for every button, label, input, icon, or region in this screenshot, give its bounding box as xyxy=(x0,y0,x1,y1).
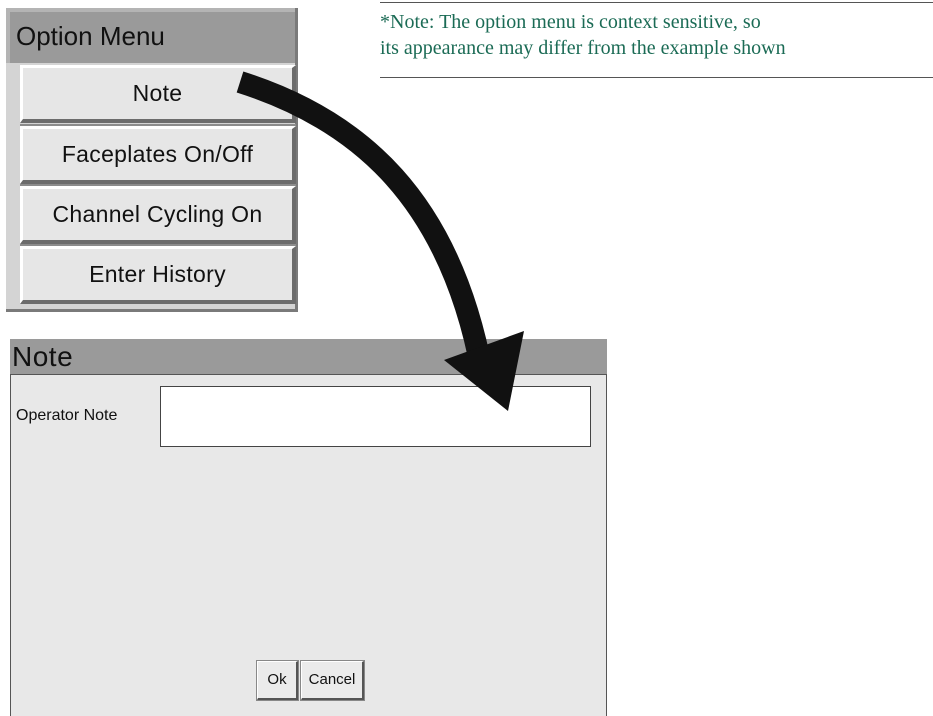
ok-button[interactable]: Ok xyxy=(256,660,299,701)
note-dialog-title: Note xyxy=(10,339,607,374)
context-note-line-2: its appearance may differ from the examp… xyxy=(380,37,786,59)
cancel-button[interactable]: Cancel xyxy=(300,660,365,701)
context-note: *Note: The option menu is context sensit… xyxy=(380,2,933,78)
menu-item-enter-history[interactable]: Enter History xyxy=(20,246,296,304)
operator-note-label: Operator Note xyxy=(16,407,118,424)
option-menu-title: Option Menu xyxy=(6,8,295,63)
title-divider xyxy=(11,374,606,375)
context-note-line-1: *Note: The option menu is context sensit… xyxy=(380,11,761,33)
menu-item-faceplates[interactable]: Faceplates On/Off xyxy=(20,126,296,184)
menu-item-channel-cycling[interactable]: Channel Cycling On xyxy=(20,186,296,244)
menu-item-note[interactable]: Note xyxy=(20,65,296,123)
note-dialog: Note Operator Note Ok Cancel xyxy=(10,339,607,716)
operator-note-input[interactable] xyxy=(160,386,591,447)
option-menu: Option Menu Note Faceplates On/Off Chann… xyxy=(6,8,298,312)
